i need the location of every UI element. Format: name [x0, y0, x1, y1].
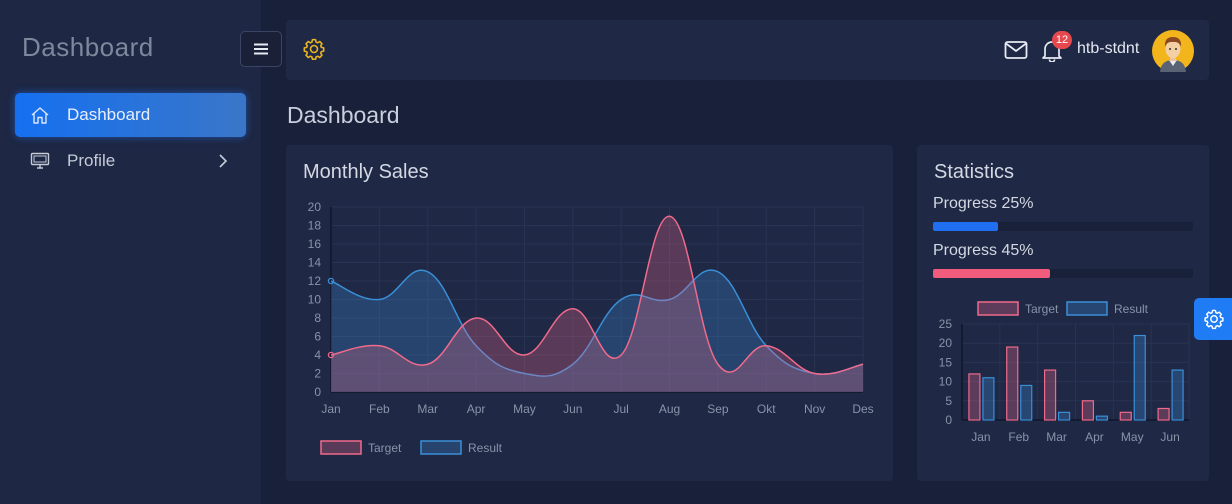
y-tick-label: 14: [308, 256, 322, 270]
x-tick-label: Jul: [614, 402, 629, 416]
y-tick-label: 4: [314, 348, 321, 362]
x-tick-label: Sep: [707, 402, 729, 416]
bar-result: [1057, 411, 1071, 421]
statistics-card: Statistics Progress 25% Progress 45% 051…: [917, 145, 1209, 481]
x-tick-label: Jun: [563, 402, 582, 416]
y-tick-label: 20: [308, 200, 322, 214]
top-navbar: 12 htb-stdnt: [286, 20, 1209, 80]
x-tick-label: Apr: [467, 402, 486, 416]
y-tick-label: 18: [308, 219, 322, 233]
page-title: Dashboard: [287, 102, 400, 128]
gear-icon[interactable]: [302, 37, 326, 61]
legend-swatch: [420, 440, 462, 455]
x-tick-label: Nov: [804, 402, 825, 416]
x-tick-label: Mar: [417, 402, 438, 416]
chart-legend: Target Result: [977, 301, 1149, 316]
legend-label: Target: [368, 441, 402, 455]
notification-badge: 12: [1052, 31, 1072, 49]
sidebar-item-label: Dashboard: [67, 105, 151, 124]
sidebar-brand: Dashboard: [22, 32, 154, 62]
y-tick-label: 15: [939, 355, 953, 369]
x-tick-label: Mar: [1046, 430, 1067, 444]
bar-target: [1157, 407, 1170, 421]
monitor-icon: [29, 150, 51, 172]
legend-swatch: [320, 440, 362, 455]
legend-label: Target: [1025, 302, 1059, 316]
y-tick-label: 25: [939, 317, 953, 331]
x-tick-label: May: [513, 402, 536, 416]
bar-target: [1043, 369, 1057, 421]
bar-target: [968, 373, 981, 421]
bar-result: [982, 377, 995, 421]
y-tick-label: 5: [945, 394, 952, 408]
chevron-right-icon: [219, 154, 228, 168]
menu-toggle-button[interactable]: [240, 31, 282, 67]
statistics-bar-chart: 0 5 10 15 20 25 Jan Feb Mar Apr May Jun Target Result: [939, 301, 1190, 444]
mail-icon[interactable]: [1004, 40, 1028, 60]
y-tick-label: 12: [308, 274, 322, 288]
monthly-sales-card: Monthly Sales 0 2 4 6 8 10 12 14 16 18 20 Jan Feb Mar…: [286, 145, 893, 481]
sidebar-item-label: Profile: [67, 151, 116, 170]
bar-target: [1119, 411, 1132, 421]
y-tick-label: 0: [314, 385, 321, 399]
x-tick-label: Feb: [369, 402, 390, 416]
menu-icon: [254, 43, 268, 55]
monthly-sales-chart: 0 2 4 6 8 10 12 14 16 18 20 Jan Feb Mar Apr May Jun Jul Au…: [308, 200, 874, 455]
y-tick-label: 0: [945, 413, 952, 427]
sidebar: Dashboard Dashboard Profile: [0, 0, 261, 504]
sidebar-item-profile[interactable]: Profile: [15, 139, 246, 183]
x-tick-label: Aug: [659, 402, 680, 416]
sidebar-item-dashboard[interactable]: Dashboard: [15, 93, 246, 137]
x-tick-label: Okt: [757, 402, 776, 416]
bar-result: [1095, 415, 1109, 421]
x-tick-label: Jan: [321, 402, 340, 416]
x-tick-label: May: [1121, 430, 1144, 444]
x-tick-label: Feb: [1008, 430, 1029, 444]
bar-target: [1006, 346, 1019, 421]
avatar[interactable]: [1152, 30, 1194, 72]
bar-result: [1133, 334, 1146, 421]
legend-label: Result: [468, 441, 503, 455]
chart-legend: Target Result: [320, 440, 503, 455]
legend-swatch: [1066, 301, 1108, 316]
home-icon: [29, 104, 51, 126]
chart-grid: [961, 323, 1190, 421]
username[interactable]: htb-stdnt: [1077, 40, 1139, 58]
y-tick-label: 20: [939, 336, 953, 350]
settings-fab-button[interactable]: [1194, 298, 1232, 340]
x-tick-label: Apr: [1085, 430, 1104, 444]
y-tick-label: 6: [314, 330, 321, 344]
y-tick-label: 16: [308, 237, 322, 251]
y-tick-label: 2: [314, 367, 321, 381]
gear-icon: [1204, 309, 1224, 330]
y-tick-label: 10: [308, 293, 322, 307]
bar-result: [1020, 384, 1033, 421]
legend-label: Result: [1114, 302, 1149, 316]
y-tick-label: 10: [939, 375, 953, 389]
bar-result: [1171, 369, 1184, 421]
y-tick-label: 8: [314, 311, 321, 325]
x-tick-label: Des: [852, 402, 873, 416]
legend-swatch: [977, 301, 1019, 316]
x-tick-label: Jun: [1160, 430, 1179, 444]
bar-target: [1081, 400, 1095, 421]
x-tick-label: Jan: [971, 430, 990, 444]
